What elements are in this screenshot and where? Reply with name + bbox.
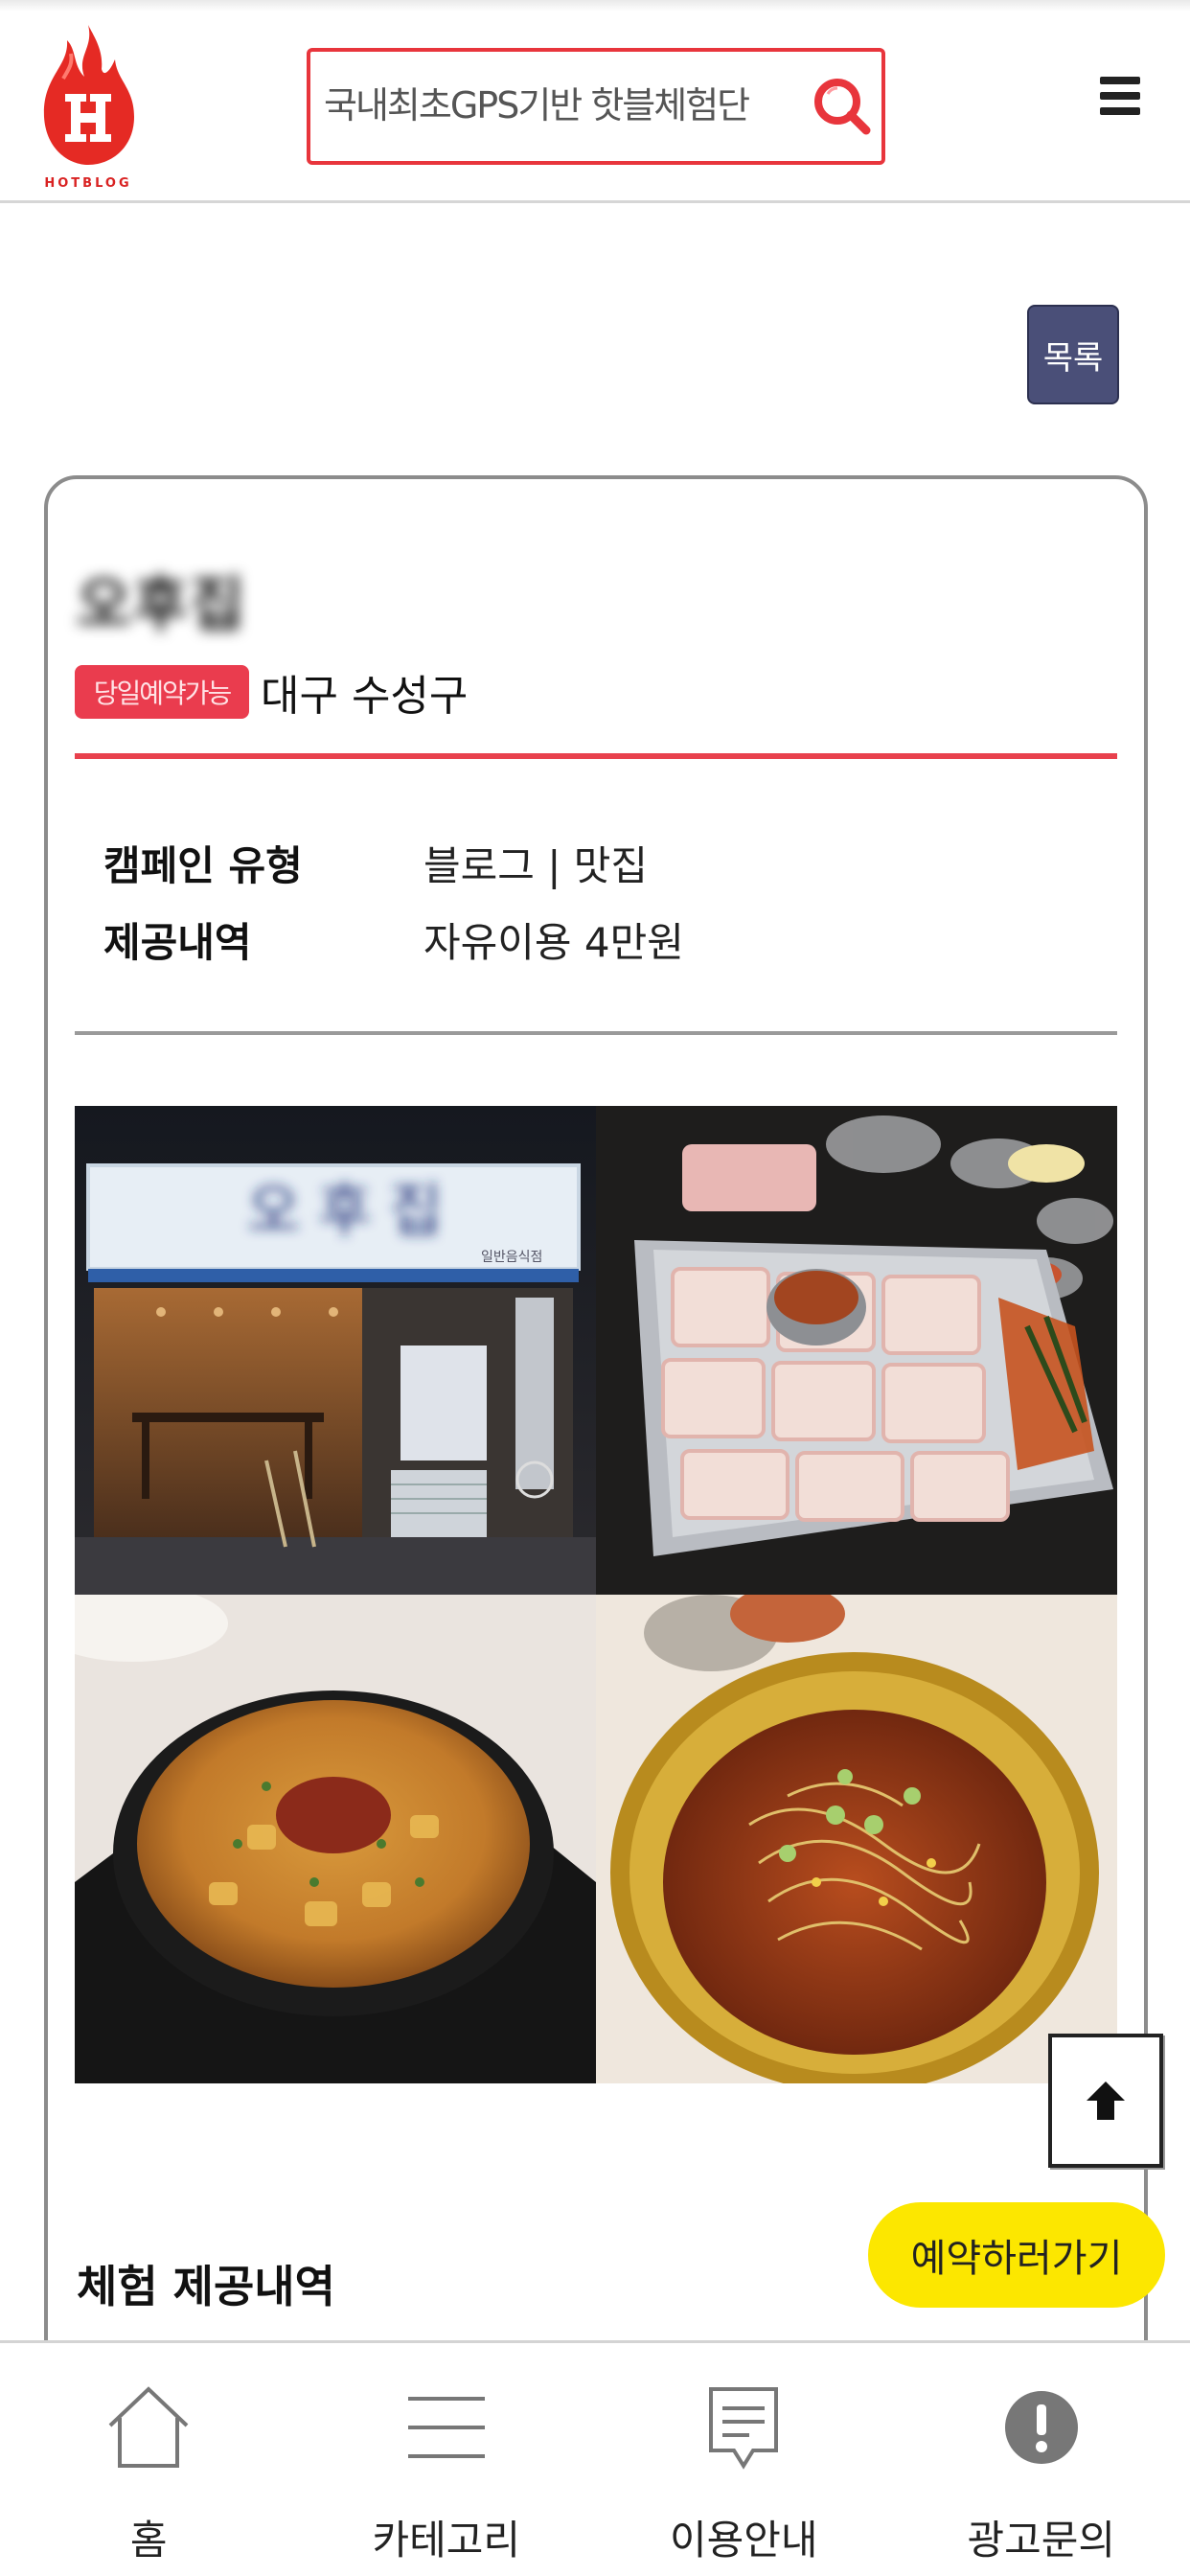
hotblog-logo[interactable]: HOTBLOG xyxy=(34,21,142,194)
restaurant-storefront-photo[interactable]: 오 후 집 일반음식점 xyxy=(75,1106,596,1595)
campaign-title: 오후집 xyxy=(77,569,247,639)
nav-ad-inquiry[interactable]: 광고문의 xyxy=(893,2343,1190,2576)
alert-icon xyxy=(1004,2391,1078,2464)
nav-label: 홈 xyxy=(129,2517,168,2564)
hamburger-menu-button[interactable] xyxy=(1100,77,1150,123)
app-header: HOTBLOG xyxy=(0,0,1190,203)
ramen-pot-photo[interactable] xyxy=(596,1595,1117,2083)
stew-pot-photo[interactable] xyxy=(75,1595,596,2083)
nav-label: 이용안내 xyxy=(669,2517,818,2564)
info-row-offer: 제공내역 자유이용 4만원 xyxy=(103,901,684,978)
campaign-location: 대구 수성구 xyxy=(261,672,469,721)
grilled-pork-belly-photo[interactable] xyxy=(596,1106,1117,1595)
sign-text: 오 후 집 xyxy=(247,1178,443,1245)
message-icon xyxy=(709,2387,779,2470)
menu-line-icon xyxy=(1100,107,1140,115)
reserve-button[interactable]: 예약하러가기 xyxy=(868,2202,1165,2308)
nav-guide[interactable]: 이용안내 xyxy=(595,2343,893,2576)
info-label: 제공내역 xyxy=(103,918,252,966)
section-title: 체험 제공내역 xyxy=(77,2261,335,2312)
info-label: 캠페인 유형 xyxy=(103,841,303,889)
info-value: 블로그 | 맛집 xyxy=(423,841,649,889)
divider xyxy=(75,753,1117,759)
divider xyxy=(75,1031,1117,1035)
info-value: 자유이용 4만원 xyxy=(423,918,684,966)
search-icon xyxy=(814,79,871,135)
sign-subtext: 일반음식점 xyxy=(481,1250,542,1265)
list-button[interactable]: 목록 xyxy=(1027,305,1119,404)
nav-label: 광고문의 xyxy=(967,2517,1116,2564)
search-input[interactable] xyxy=(324,69,784,142)
same-day-reservation-badge: 당일예약가능 xyxy=(75,665,249,719)
menu-line-icon xyxy=(1100,92,1140,100)
campaign-info: 캠페인 유형 블로그 | 맛집 제공내역 자유이용 4만원 xyxy=(103,824,684,978)
bottom-nav: 홈 카테고리 이용안내 광고문의 xyxy=(0,2340,1190,2576)
flame-logo-icon xyxy=(43,25,134,165)
menu-icon xyxy=(407,2397,485,2458)
logo-text: HOTBLOG xyxy=(44,176,132,191)
search-button[interactable] xyxy=(809,73,876,140)
info-row-type: 캠페인 유형 블로그 | 맛집 xyxy=(103,824,684,901)
home-icon xyxy=(108,2386,189,2468)
nav-home[interactable]: 홈 xyxy=(0,2343,298,2576)
nav-label: 카테고리 xyxy=(372,2517,521,2564)
menu-line-icon xyxy=(1100,77,1140,84)
scroll-top-button[interactable] xyxy=(1048,2034,1163,2168)
search-box xyxy=(307,48,885,165)
nav-category[interactable]: 카테고리 xyxy=(298,2343,596,2576)
photo-grid: 오 후 집 일반음식점 xyxy=(75,1106,1117,2083)
arrow-up-icon xyxy=(1087,2082,1125,2120)
